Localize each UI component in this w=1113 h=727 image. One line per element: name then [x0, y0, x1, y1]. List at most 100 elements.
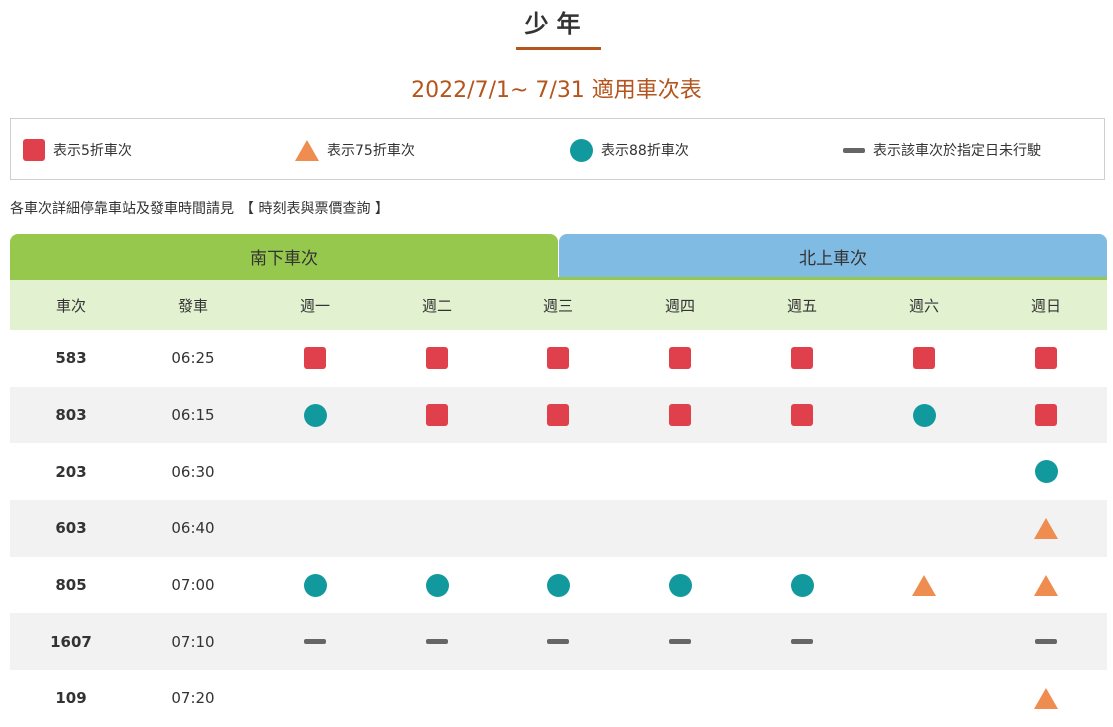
column-header-train: 車次 — [55, 296, 86, 315]
schedule-note: 各車次詳細停靠車站及發車時間請見【 時刻表與票價查詢 】 — [10, 198, 389, 218]
red-square-icon — [791, 404, 813, 427]
legend-item-50-percent: 表示5折車次 — [23, 119, 132, 181]
column-header-tue: 週二 — [421, 296, 452, 315]
departure-time: 07:10 — [171, 632, 215, 651]
orange-triangle-icon — [295, 139, 319, 161]
day-cell — [397, 613, 477, 670]
orange-triangle-icon — [1034, 517, 1058, 539]
table-row: 803 06:15 — [10, 386, 1107, 444]
legend-item-88-percent: 表示88折車次 — [570, 119, 689, 181]
train-number: 805 — [55, 576, 87, 595]
orange-triangle-icon — [1034, 687, 1058, 709]
note-text: 各車次詳細停靠車站及發車時間請見 — [10, 201, 234, 217]
departure-time: 06:15 — [171, 406, 215, 425]
gray-dash-icon — [1035, 639, 1057, 645]
day-cell — [397, 670, 477, 727]
day-cell — [397, 557, 477, 614]
day-cell — [762, 387, 842, 444]
column-header-sat: 週六 — [908, 296, 939, 315]
tab-northbound[interactable]: 北上車次 — [559, 234, 1107, 279]
direction-tabs: 南下車次 北上車次 — [10, 234, 1107, 279]
orange-triangle-icon — [1034, 574, 1058, 596]
table-row: 1607 07:10 — [10, 613, 1107, 671]
day-cell — [518, 500, 598, 557]
table-row: 805 07:00 — [10, 557, 1107, 614]
legend-item-75-percent: 表示75折車次 — [295, 119, 415, 181]
day-cell — [762, 500, 842, 557]
day-cell — [640, 500, 720, 557]
table-row: 109 07:20 — [10, 670, 1107, 727]
gray-dash-icon — [791, 639, 813, 645]
teal-circle-icon — [303, 403, 327, 427]
teal-circle-icon — [912, 403, 936, 427]
day-cell — [640, 387, 720, 444]
teal-circle-icon — [303, 573, 327, 597]
day-cell — [518, 613, 598, 670]
red-square-icon — [547, 404, 569, 427]
legend-label: 表示該車次於指定日未行駛 — [873, 143, 1041, 159]
day-cell — [275, 443, 355, 500]
day-cell — [397, 443, 477, 500]
column-header-fri: 週五 — [786, 296, 817, 315]
gray-dash-icon — [426, 639, 448, 645]
day-cell — [884, 500, 964, 557]
red-square-icon — [913, 347, 935, 370]
table-row: 583 06:25 — [10, 330, 1107, 387]
column-header-thu: 週四 — [664, 296, 695, 315]
day-cell — [1006, 443, 1086, 500]
red-square-icon — [669, 347, 691, 370]
day-cell — [640, 557, 720, 614]
day-cell — [275, 557, 355, 614]
legend-label: 表示88折車次 — [601, 143, 689, 159]
day-cell — [1006, 613, 1086, 670]
train-number: 803 — [55, 406, 87, 425]
tab-southbound[interactable]: 南下車次 — [10, 234, 558, 279]
schedule-period-subtitle: 2022/7/1~ 7/31 適用車次表 — [411, 78, 702, 103]
day-cell — [518, 387, 598, 444]
column-header-mon: 週一 — [299, 296, 330, 315]
table-header-row: 車次 發車 週一 週二 週三 週四 週五 週六 週日 — [10, 280, 1107, 330]
teal-circle-icon — [668, 573, 692, 597]
day-cell — [762, 670, 842, 727]
day-cell — [884, 330, 964, 387]
day-cell — [1006, 557, 1086, 614]
day-cell — [518, 443, 598, 500]
timetable-fare-link[interactable]: 【 時刻表與票價查詢 】 — [240, 201, 389, 217]
red-square-icon — [547, 347, 569, 370]
day-cell — [640, 670, 720, 727]
day-cell — [275, 500, 355, 557]
departure-time: 06:25 — [171, 349, 215, 368]
day-cell — [275, 613, 355, 670]
gray-dash-icon — [304, 639, 326, 645]
train-number: 1607 — [50, 632, 92, 651]
legend-box: 表示5折車次 表示75折車次 表示88折車次 表示該車次於指定日未行駛 — [10, 118, 1105, 180]
day-cell — [1006, 330, 1086, 387]
legend-label: 表示5折車次 — [53, 143, 132, 159]
red-square-icon — [23, 139, 45, 161]
day-cell — [640, 613, 720, 670]
gray-dash-icon — [547, 639, 569, 645]
day-cell — [762, 613, 842, 670]
red-square-icon — [669, 404, 691, 427]
red-square-icon — [426, 404, 448, 427]
gray-dash-icon — [669, 639, 691, 645]
day-cell — [884, 387, 964, 444]
train-number: 203 — [55, 462, 87, 481]
day-cell — [275, 670, 355, 727]
day-cell — [518, 557, 598, 614]
teal-circle-icon — [546, 573, 570, 597]
schedule-table-body: 583 06:25 803 06:15 203 06:30 603 06:40 805 07:00… — [10, 330, 1107, 727]
day-cell — [762, 443, 842, 500]
title-underline — [516, 47, 601, 50]
day-cell — [1006, 500, 1086, 557]
table-row: 603 06:40 — [10, 500, 1107, 557]
day-cell — [640, 330, 720, 387]
teal-circle-icon — [1034, 460, 1058, 484]
departure-time: 06:40 — [171, 519, 215, 538]
page-title: 少年 — [524, 10, 589, 38]
day-cell — [518, 670, 598, 727]
gray-dash-icon — [843, 147, 865, 153]
day-cell — [397, 387, 477, 444]
train-number: 603 — [55, 519, 87, 538]
day-cell — [518, 330, 598, 387]
